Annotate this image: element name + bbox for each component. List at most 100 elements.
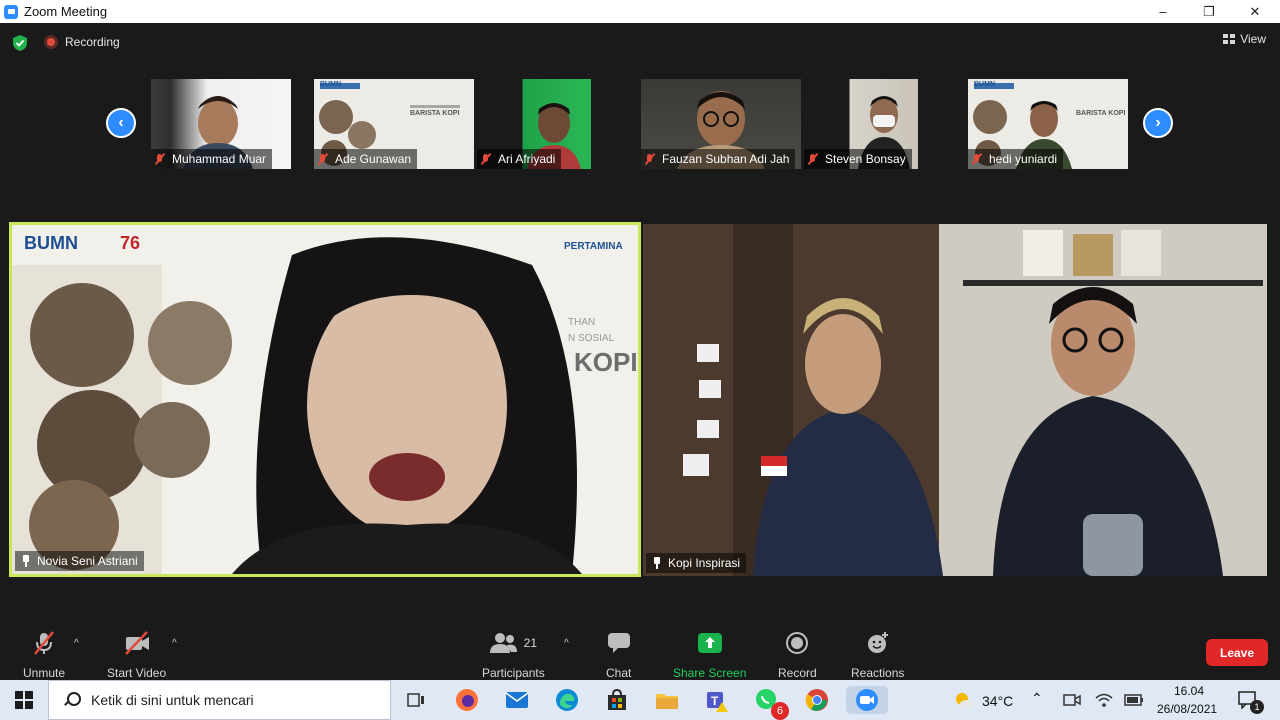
search-placeholder: Ketik di sini untuk mencari <box>91 692 254 708</box>
pertamina-logo: PERTAMINA <box>564 241 623 252</box>
barista-kopi-banner: BARISTA KOPI <box>1076 110 1126 117</box>
record-label: Record <box>778 666 817 680</box>
muted-mic-icon <box>154 153 166 165</box>
windows-taskbar: Ketik di sini untuk mencari T 6 34°C ⌃ 1… <box>0 680 1280 720</box>
teams-icon[interactable]: T <box>703 686 731 714</box>
recording-indicator[interactable]: Recording <box>44 35 120 49</box>
store-icon[interactable] <box>603 686 631 714</box>
windows-logo-icon <box>15 691 33 709</box>
task-view-icon[interactable] <box>402 686 430 714</box>
restore-button[interactable]: ❐ <box>1186 0 1232 23</box>
muted-mic-icon <box>480 153 492 165</box>
whatsapp-icon[interactable]: 6 <box>753 686 789 720</box>
wifi-icon[interactable] <box>1090 686 1118 714</box>
participant-thumbnail[interactable]: Muhammad Muar <box>151 79 291 169</box>
start-button[interactable] <box>0 680 48 720</box>
active-speaker-video[interactable]: BUMN 76 PERTAMINA THAN N SOSIAL KOPI Nov… <box>9 222 641 577</box>
bumn-logo: BUMN <box>24 233 78 253</box>
recording-label: Recording <box>65 35 120 49</box>
taskbar-search-box[interactable]: Ketik di sini untuk mencari <box>48 680 391 720</box>
zoom-taskbar-icon[interactable] <box>846 686 888 714</box>
participant-video-main[interactable]: Kopi Inspirasi <box>643 224 1267 576</box>
thumbnail-label: Fauzan Subhan Adi Jah <box>641 149 796 169</box>
chrome-icon[interactable] <box>803 686 831 714</box>
share-screen-button[interactable]: Share Screen <box>673 630 746 680</box>
participant-thumbnail[interactable]: Ari Afriyadi <box>477 79 591 169</box>
meeting-toolbar: Unmute ^ Start Video ^ 21 Participants ^ <box>0 622 1280 680</box>
participants-count: 21 <box>523 636 538 650</box>
muted-mic-icon <box>317 153 329 165</box>
kopi-video-feed <box>643 224 1267 576</box>
battery-icon[interactable] <box>1120 686 1148 714</box>
mail-icon[interactable] <box>503 686 531 714</box>
meet-now-icon[interactable] <box>1058 686 1086 714</box>
participant-thumbnail[interactable]: BUMN BARISTA KOPI Ade Gunawan <box>314 79 474 169</box>
participants-icon <box>489 633 517 653</box>
participants-button[interactable]: 21 Participants <box>482 630 545 680</box>
share-screen-icon <box>697 630 723 656</box>
tray-overflow-chevron-icon[interactable]: ⌃ <box>1031 690 1043 707</box>
weather-icon[interactable] <box>950 686 978 714</box>
thumbnail-label: Muhammad Muar <box>151 149 273 169</box>
chat-label: Chat <box>606 666 632 680</box>
pin-icon <box>21 555 31 567</box>
next-page-arrow-icon[interactable]: › <box>1143 108 1173 138</box>
video-name-label: Novia Seni Astriani <box>15 551 144 571</box>
notification-badge: 1 <box>1250 700 1264 714</box>
view-label: View <box>1240 32 1266 46</box>
muted-mic-icon <box>644 153 656 165</box>
anniversary-logo: 76 <box>120 233 141 253</box>
edge-icon[interactable] <box>553 686 581 714</box>
start-video-button[interactable]: Start Video <box>107 630 166 680</box>
start-video-label: Start Video <box>107 666 167 680</box>
participant-thumbnail[interactable]: BUMN BARISTA KOPI hedi yuniardi <box>968 79 1128 169</box>
meeting-topbar: Recording View <box>0 23 1280 63</box>
banner-text-line2: N SOSIAL <box>568 333 615 344</box>
previous-page-arrow-icon[interactable]: ‹ <box>106 108 136 138</box>
unmute-button[interactable]: Unmute <box>23 630 65 680</box>
chat-bubble-icon <box>607 630 631 656</box>
reactions-label: Reactions <box>851 666 905 680</box>
thumbnail-label: hedi yuniardi <box>968 149 1064 169</box>
audio-options-caret-icon[interactable]: ^ <box>74 638 79 649</box>
record-button[interactable]: Record <box>778 630 817 680</box>
record-icon <box>785 630 809 656</box>
thumbnail-label: Steven Bonsay <box>804 149 912 169</box>
share-screen-label: Share Screen <box>673 666 747 680</box>
participants-options-caret-icon[interactable]: ^ <box>564 638 569 649</box>
reactions-button[interactable]: Reactions <box>851 630 904 680</box>
close-button[interactable]: ✕ <box>1232 0 1278 23</box>
temperature: 34°C <box>982 693 1014 709</box>
clock-date[interactable]: 26/08/2021 <box>1157 702 1217 716</box>
participants-label: Participants <box>482 666 545 680</box>
muted-mic-icon <box>971 153 983 165</box>
clock-time[interactable]: 16.04 <box>1174 684 1204 698</box>
chat-button[interactable]: Chat <box>606 630 631 680</box>
svg-text:T: T <box>711 694 719 708</box>
banner-kopi-text: KOPI <box>574 347 638 377</box>
search-icon <box>63 692 81 708</box>
bumn-logo: BUMN <box>974 81 995 88</box>
barista-kopi-banner: BARISTA KOPI <box>410 110 460 117</box>
view-button[interactable]: View <box>1223 32 1266 46</box>
zoom-app-icon <box>4 4 18 19</box>
security-shield-icon[interactable] <box>12 35 28 51</box>
window-titlebar: Zoom Meeting – ❐ ✕ <box>0 0 1280 23</box>
pin-icon <box>652 557 662 569</box>
thumbnail-label: Ade Gunawan <box>314 149 418 169</box>
unmute-label: Unmute <box>23 666 66 680</box>
banner-text-line1: THAN <box>568 317 596 328</box>
participant-thumbnail[interactable]: Steven Bonsay <box>804 79 918 169</box>
file-explorer-icon[interactable] <box>653 686 681 714</box>
minimize-button[interactable]: – <box>1140 0 1186 23</box>
muted-mic-icon <box>807 153 819 165</box>
firefox-icon[interactable] <box>453 686 481 714</box>
whatsapp-badge: 6 <box>771 702 789 720</box>
video-name-label: Kopi Inspirasi <box>646 553 747 573</box>
leave-button[interactable]: Leave <box>1206 639 1268 666</box>
video-options-caret-icon[interactable]: ^ <box>172 638 177 649</box>
speaker-video-feed <box>12 237 582 574</box>
participant-thumbnail[interactable]: Fauzan Subhan Adi Jah <box>641 79 801 169</box>
notification-center-icon[interactable]: 1 <box>1234 686 1264 714</box>
window-title: Zoom Meeting <box>24 4 108 19</box>
